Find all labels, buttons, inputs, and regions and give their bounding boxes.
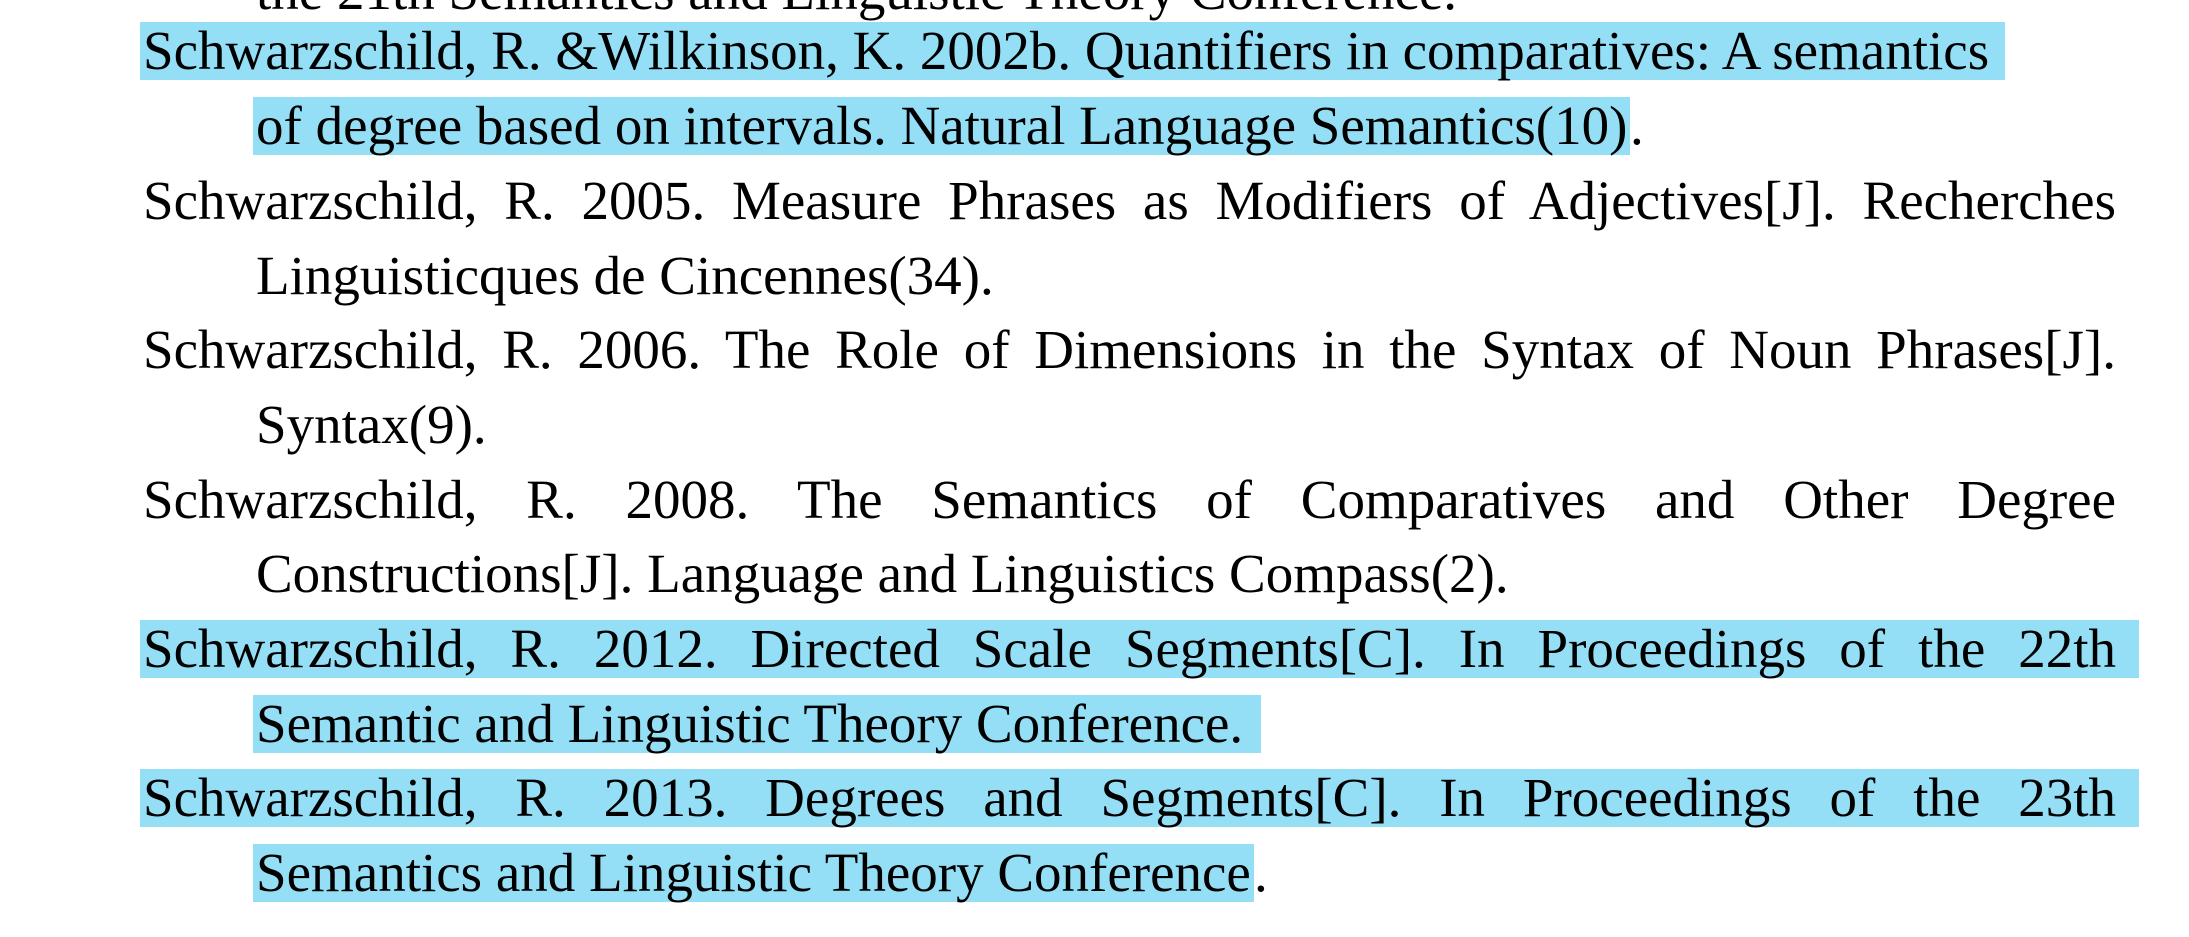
- reference-line: Schwarzschild, R. 2006. The Role of Dime…: [143, 319, 2116, 380]
- reference-line: Schwarzschild, R. 2005. Measure Phrases …: [143, 170, 2116, 231]
- reference-line: Semantics and Linguistic Theory Conferen…: [253, 844, 1254, 902]
- reference-line-end: .: [1254, 842, 1268, 903]
- reference-list: the 21th Semantics and Linguistic Theory…: [0, 0, 2189, 937]
- reference-entry-2002b-cont: of degree based on intervals. Natural La…: [0, 97, 2189, 171]
- reference-line: Semantic and Linguistic Theory Conferenc…: [253, 695, 1262, 753]
- reference-line: Schwarzschild, R. 2012. Directed Scale S…: [143, 618, 2116, 679]
- reference-line-highlight: Schwarzschild, R. 2013. Degrees and Segm…: [140, 769, 2139, 827]
- reference-line: Constructions[J]. Language and Linguisti…: [256, 543, 1509, 604]
- reference-line: Schwarzschild, R. 2013. Degrees and Segm…: [143, 767, 2116, 828]
- reference-line: of degree based on intervals. Natural La…: [253, 97, 1631, 155]
- reference-line: Syntax(9).: [256, 394, 487, 455]
- reference-line-end: .: [1630, 95, 1644, 156]
- reference-entry-2002b: Schwarzschild, R. &Wilkinson, K. 2002b. …: [0, 22, 2189, 96]
- reference-line: Linguisticques de Cincennes(34).: [256, 245, 994, 306]
- reference-line: the 21th Semantics and Linguistic Theory…: [256, 0, 1457, 20]
- reference-line-highlight: Schwarzschild, R. 2012. Directed Scale S…: [140, 620, 2139, 678]
- reference-line: Schwarzschild, R. 2008. The Semantics of…: [143, 469, 2116, 530]
- reference-line: Schwarzschild, R. &Wilkinson, K. 2002b. …: [140, 22, 2006, 80]
